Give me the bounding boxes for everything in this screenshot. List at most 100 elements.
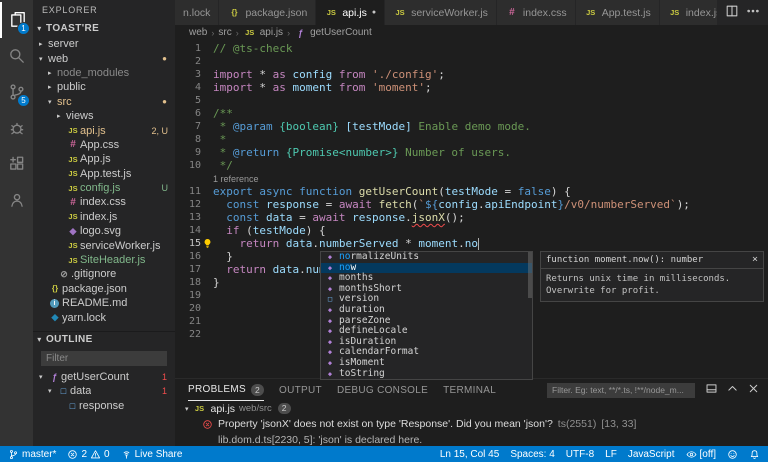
status-notifications[interactable] [749,449,760,460]
status-problems[interactable]: 20 [67,449,109,460]
problems-filter-input[interactable] [547,383,695,398]
search-icon[interactable] [0,38,33,74]
suggestion-ismoment[interactable]: ◆isMoment [321,358,532,369]
split-editor-icon[interactable] [725,4,739,21]
tree-item-api-js[interactable]: JSapi.js2, U [33,123,175,137]
status-eol[interactable]: LF [605,449,617,460]
status-live-share[interactable]: Live Share [121,449,183,460]
suggestion-duration[interactable]: ◆duration [321,305,532,316]
code-line-1[interactable]: 1// @ts-check [175,42,768,55]
code-line-10[interactable]: 10 */ [175,159,768,172]
breadcrumb-item-src[interactable]: src [218,27,231,38]
tab-package-json[interactable]: {}package.json [219,0,316,25]
suggestion-label: toString [339,369,385,380]
status-indentation[interactable]: Spaces: 4 [510,449,554,460]
extensions-icon[interactable] [0,146,33,182]
breadcrumb-item-api.js[interactable]: JSapi.js [243,27,283,38]
code-line-6[interactable]: 6/** [175,107,768,120]
panel-tab-output[interactable]: OUTPUT [279,379,322,401]
status-git-branch[interactable]: master* [8,449,56,460]
tree-item-readme-md[interactable]: iREADME.md [33,296,175,310]
tree-item--gitignore[interactable]: ⊘.gitignore [33,267,175,281]
tree-item-app-js[interactable]: JSApp.js [33,152,175,166]
status-language[interactable]: JavaScript [628,449,675,460]
outline-title: OUTLINE [46,334,93,345]
code-line-5[interactable]: 5 [175,94,768,107]
breadcrumb-item-getusercount[interactable]: ƒgetUserCount [294,27,372,38]
tree-item-siteheader-js[interactable]: JSSiteHeader.js [33,253,175,267]
panel-tab-problems[interactable]: PROBLEMS2 [188,379,264,401]
code-line-13[interactable]: 13 const data = await response.jsonX(); [175,211,768,224]
codelens-reference[interactable]: 1 reference [175,172,768,185]
tree-item-index-css[interactable]: #index.css [33,195,175,209]
tab-index-css[interactable]: #index.css [497,0,576,25]
outline-item-data[interactable]: ▾□data1 [33,384,175,398]
tree-item-src[interactable]: ▾src● [33,95,175,109]
source-control-icon[interactable]: 5 [0,74,33,110]
tree-item-index-js[interactable]: JSindex.js [33,210,175,224]
file-label: logo.svg [80,225,121,237]
live-share-icon[interactable] [0,182,33,218]
code-line-3[interactable]: 3import * as config from './config'; [175,68,768,81]
tab-api-js[interactable]: JSapi.js● [316,0,385,25]
symbol-method-icon: ◆ [325,273,335,284]
outline-item-getusercount[interactable]: ▾ƒgetUserCount1 [33,370,175,384]
workspace-section-header[interactable]: ▾ TOAST'RE [33,20,175,37]
code-line-7[interactable]: 7 * @param {boolean} [testMode] Enable d… [175,120,768,133]
tree-item-app-css[interactable]: #App.css [33,138,175,152]
breadcrumb-separator: › [236,28,239,38]
tree-item-config-js[interactable]: JSconfig.jsU [33,181,175,195]
line-number: 6 [175,107,201,120]
tree-item-logo-svg[interactable]: ◆logo.svg [33,224,175,238]
tab-app-test-js[interactable]: JSApp.test.js [576,0,660,25]
tree-item-web[interactable]: ▾web● [33,51,175,65]
outline-section-header[interactable]: ▾ OUTLINE [33,331,175,348]
tree-item-app-test-js[interactable]: JSApp.test.js [33,167,175,181]
breadcrumb-item-web[interactable]: web [189,27,207,38]
tree-item-package-json[interactable]: {}package.json [33,282,175,296]
problem-related-row[interactable]: lib.dom.d.ts[2230, 5]: 'json' is declare… [175,432,768,447]
suggestion-tostring[interactable]: ◆toString [321,369,532,380]
suggestion-normalizeunits[interactable]: ◆normalizeUnits [321,252,532,263]
lightbulb-icon[interactable] [202,238,213,249]
code-line-8[interactable]: 8 * [175,133,768,146]
problem-count: 1 [162,386,175,396]
code-line-9[interactable]: 9 * @return {Promise<number>} Number of … [175,146,768,159]
status-encoding[interactable]: UTF-8 [566,449,594,460]
panel-layout-icon[interactable] [705,382,718,398]
status-screencast[interactable]: [off] [686,449,717,460]
tab-index-js[interactable]: JSindex.js [660,0,717,25]
code-editor[interactable]: 1// @ts-check23import * as config from '… [175,40,768,378]
scrollbar[interactable] [528,252,532,298]
status-cursor-position[interactable]: Ln 15, Col 45 [440,449,500,460]
code-line-14[interactable]: 14 if (testMode) { [175,224,768,237]
more-icon[interactable] [746,4,760,21]
tab-serviceworker-js[interactable]: JSserviceWorker.js [385,0,497,25]
code-line-4[interactable]: 4import * as moment from 'moment'; [175,81,768,94]
problems-file-row[interactable]: ▾JSapi.jsweb/src2 [175,401,768,416]
problem-row[interactable]: Property 'jsonX' does not exist on type … [175,416,768,432]
code-line-15[interactable]: 15 return data.numberServed * moment.no [175,237,768,250]
tree-item-yarn-lock[interactable]: ◆yarn.lock [33,310,175,324]
panel-tab-terminal[interactable]: TERMINAL [443,379,496,401]
tab-n-lock[interactable]: n.lock [175,0,219,25]
debug-icon[interactable] [0,110,33,146]
tree-item-serviceworker-js[interactable]: JSserviceWorker.js [33,238,175,252]
close-icon[interactable]: × [752,255,758,265]
outline-filter-input[interactable] [41,351,167,366]
tree-item-views[interactable]: ▸views [33,109,175,123]
status-feedback[interactable] [727,449,738,460]
code-line-12[interactable]: 12 const response = await fetch(`${confi… [175,198,768,211]
collapse-panel-icon[interactable] [726,382,739,398]
symbol-label: data [70,385,91,397]
tree-item-server[interactable]: ▸server [33,37,175,51]
tree-item-node-modules[interactable]: ▸node_modules [33,66,175,80]
code-line-11[interactable]: 11export async function getUserCount(tes… [175,185,768,198]
line-number: 5 [175,94,201,107]
outline-item-response[interactable]: □response [33,399,175,413]
explorer-icon[interactable]: 1 [0,2,33,38]
code-line-2[interactable]: 2 [175,55,768,68]
close-panel-icon[interactable] [747,382,760,398]
tree-item-public[interactable]: ▸public [33,80,175,94]
panel-tab-debug-console[interactable]: DEBUG CONSOLE [337,379,428,401]
